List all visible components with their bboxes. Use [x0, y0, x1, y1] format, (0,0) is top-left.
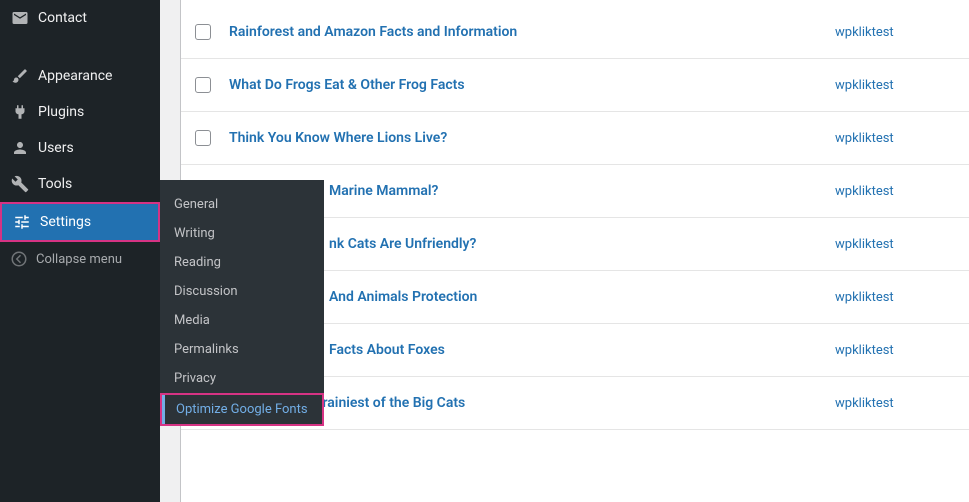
post-author-link[interactable]: wpkliktest — [835, 78, 955, 93]
submenu-privacy[interactable]: Privacy — [160, 364, 324, 393]
post-author-link[interactable]: wpkliktest — [835, 396, 955, 411]
menu-label: Tools — [38, 176, 72, 192]
post-author-link[interactable]: wpkliktest — [835, 290, 955, 305]
submenu-optimize-google-fonts[interactable]: Optimize Google Fonts — [162, 395, 322, 424]
submenu-permalinks[interactable]: Permalinks — [160, 335, 324, 364]
sliders-icon — [12, 212, 32, 232]
collapse-menu-button[interactable]: Collapse menu — [0, 242, 160, 276]
collapse-label: Collapse menu — [36, 252, 122, 267]
submenu-writing[interactable]: Writing — [160, 219, 324, 248]
envelope-icon — [10, 8, 30, 28]
menu-item-settings[interactable]: Settings — [2, 204, 158, 240]
plug-icon — [10, 102, 30, 122]
submenu-discussion[interactable]: Discussion — [160, 277, 324, 306]
collapse-icon — [10, 250, 28, 268]
post-title-link[interactable]: What Do Frogs Eat & Other Frog Facts — [229, 77, 835, 93]
menu-label: Users — [38, 140, 74, 156]
user-icon — [10, 138, 30, 158]
post-row: What Do Frogs Eat & Other Frog Facts wpk… — [181, 59, 969, 112]
submenu-media[interactable]: Media — [160, 306, 324, 335]
menu-label: Contact — [38, 10, 87, 26]
menu-item-plugins[interactable]: Plugins — [0, 94, 160, 130]
post-title-link[interactable]: Rainforest and Amazon Facts and Informat… — [229, 24, 835, 40]
menu-item-tools[interactable]: Tools — [0, 166, 160, 202]
brush-icon — [10, 66, 30, 86]
menu-label: Plugins — [38, 104, 84, 120]
menu-label: Appearance — [38, 68, 112, 84]
menu-item-contact[interactable]: Contact — [0, 0, 160, 36]
menu-item-users[interactable]: Users — [0, 130, 160, 166]
post-author-link[interactable]: wpkliktest — [835, 237, 955, 252]
admin-sidebar: Contact Appearance Plugins Users Tools S… — [0, 0, 160, 502]
submenu-general[interactable]: General — [160, 190, 324, 219]
row-checkbox[interactable] — [195, 77, 211, 93]
settings-submenu: General Writing Reading Discussion Media… — [160, 180, 324, 426]
submenu-reading[interactable]: Reading — [160, 248, 324, 277]
post-row: Think You Know Where Lions Live? wpklikt… — [181, 112, 969, 165]
post-author-link[interactable]: wpkliktest — [835, 343, 955, 358]
menu-item-appearance[interactable]: Appearance — [0, 58, 160, 94]
menu-label: Settings — [40, 214, 91, 230]
post-title-link[interactable]: Think You Know Where Lions Live? — [229, 130, 835, 146]
row-checkbox[interactable] — [195, 24, 211, 40]
post-row: Rainforest and Amazon Facts and Informat… — [181, 0, 969, 59]
row-checkbox[interactable] — [195, 130, 211, 146]
post-author-link[interactable]: wpkliktest — [835, 25, 955, 40]
wrench-icon — [10, 174, 30, 194]
post-author-link[interactable]: wpkliktest — [835, 131, 955, 146]
post-author-link[interactable]: wpkliktest — [835, 184, 955, 199]
